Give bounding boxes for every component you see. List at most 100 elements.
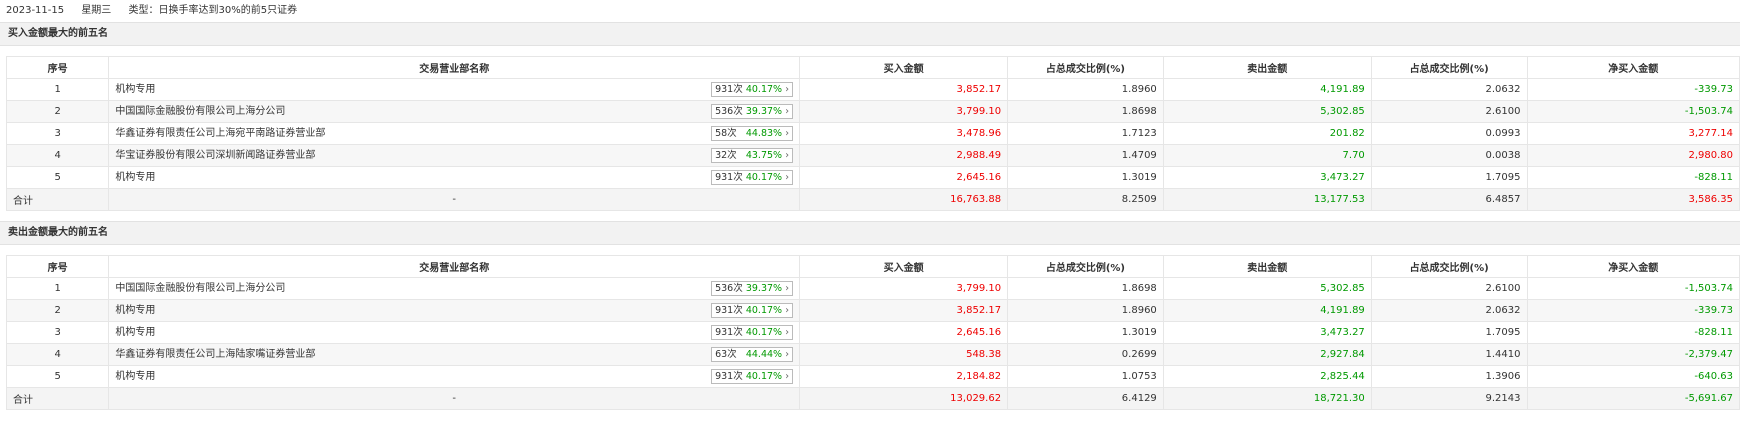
sell-ratio: 2.0632 [1370, 299, 1528, 322]
branch-stats-button[interactable]: 536次 39.37% › [711, 104, 794, 119]
listing-count: 931次 [715, 371, 743, 382]
branch-stats-button[interactable]: 931次 40.17% › [711, 170, 794, 185]
branch-name[interactable]: 机构专用 [115, 371, 155, 382]
sell-amount: 3,473.27 [1162, 321, 1372, 344]
chevron-right-icon: › [785, 305, 790, 316]
branch-name[interactable]: 华鑫证券有限责任公司上海陆家嘴证券营业部 [115, 349, 315, 360]
table-row: 2 机构专用 931次 40.17% › 3,852.17 1.8960 4,191.89 2.… [5, 299, 1741, 322]
win-rate: 44.44% [745, 349, 783, 360]
branch-name[interactable]: 机构专用 [115, 172, 155, 183]
total-buy-amount: 16,763.88 [799, 188, 1009, 211]
branch-name[interactable]: 华鑫证券有限责任公司上海宛平南路证券营业部 [115, 128, 325, 139]
net-buy-amount: -1,503.74 [1526, 100, 1741, 123]
listing-count: 536次 [715, 106, 743, 117]
table-header-row: 序号 交易营业部名称 买入金额 占总成交比例(%) 卖出金额 占总成交比例(%) 净买入金额 [5, 255, 1741, 278]
branch-cell: 华鑫证券有限责任公司上海宛平南路证券营业部 58次 44.83% › [108, 122, 801, 145]
table-header-row: 序号 交易营业部名称 买入金额 占总成交比例(%) 卖出金额 占总成交比例(%) 净买入金额 [5, 56, 1741, 79]
listing-count: 931次 [715, 305, 743, 316]
buy-ratio: 1.7123 [1007, 122, 1164, 145]
branch-stats-button[interactable]: 931次 40.17% › [711, 303, 794, 318]
branch-stats-button[interactable]: 931次 40.17% › [711, 82, 794, 97]
sell-ratio: 0.0038 [1370, 144, 1528, 167]
branch-cell: 中国国际金融股份有限公司上海分公司 536次 39.37% › [108, 277, 801, 300]
branch-stats-button[interactable]: 536次 39.37% › [711, 281, 794, 296]
chevron-right-icon: › [785, 172, 790, 183]
sell-amount: 2,927.84 [1162, 343, 1372, 366]
buy-ratio: 1.3019 [1007, 166, 1164, 189]
sell-ratio: 1.3906 [1370, 365, 1528, 388]
table-row: 5 机构专用 931次 40.17% › 2,645.16 1.3019 3,473.27 1.… [5, 166, 1741, 189]
chevron-right-icon: › [785, 327, 790, 338]
sell-section-title: 卖出金额最大的前五名 [0, 221, 1740, 245]
branch-stats-button[interactable]: 32次 43.75% › [711, 148, 794, 163]
col-header-branch: 交易营业部名称 [108, 255, 801, 278]
branch-cell: 中国国际金融股份有限公司上海分公司 536次 39.37% › [108, 100, 801, 123]
net-buy-amount: -1,503.74 [1526, 277, 1741, 300]
listing-count: 63次 [715, 349, 737, 360]
chevron-right-icon: › [785, 150, 790, 161]
sell-top5-table: 序号 交易营业部名称 买入金额 占总成交比例(%) 卖出金额 占总成交比例(%) 净买入金额… [5, 255, 1741, 410]
total-net-buy-amount: -5,691.67 [1526, 387, 1741, 410]
row-index: 3 [5, 122, 110, 145]
col-header-index: 序号 [5, 255, 110, 278]
buy-top5-table: 序号 交易营业部名称 买入金额 占总成交比例(%) 卖出金额 占总成交比例(%) 净买入金额… [5, 56, 1741, 211]
total-sell-amount: 18,721.30 [1162, 387, 1372, 410]
sell-amount: 5,302.85 [1162, 277, 1372, 300]
table-row: 1 中国国际金融股份有限公司上海分公司 536次 39.37% › 3,799.10 1.8… [5, 277, 1741, 300]
win-rate: 44.83% [745, 128, 783, 139]
row-index: 1 [5, 277, 110, 300]
total-buy-amount: 13,029.62 [799, 387, 1009, 410]
branch-name[interactable]: 中国国际金融股份有限公司上海分公司 [115, 283, 285, 294]
table-row: 3 华鑫证券有限责任公司上海宛平南路证券营业部 58次 44.83% › 3,478.96… [5, 122, 1741, 145]
listing-count: 931次 [715, 327, 743, 338]
branch-name[interactable]: 机构专用 [115, 84, 155, 95]
branch-name[interactable]: 机构专用 [115, 305, 155, 316]
listing-count: 58次 [715, 128, 737, 139]
table-row: 5 机构专用 931次 40.17% › 2,184.82 1.0753 2,825.44 1.… [5, 365, 1741, 388]
row-index: 3 [5, 321, 110, 344]
table-row: 3 机构专用 931次 40.17% › 2,645.16 1.3019 3,473.27 1.… [5, 321, 1741, 344]
buy-ratio: 1.0753 [1007, 365, 1164, 388]
sell-ratio: 2.6100 [1370, 100, 1528, 123]
win-rate: 40.17% [745, 327, 783, 338]
sell-amount: 3,473.27 [1162, 166, 1372, 189]
top-info-bar: 2023-11-15 星期三 类型：日换手率达到30%的前5只证券 [0, 0, 1742, 22]
listing-count: 32次 [715, 150, 737, 161]
listing-count: 931次 [715, 84, 743, 95]
total-branch: - [108, 387, 801, 410]
table-row: 4 华鑫证券有限责任公司上海陆家嘴证券营业部 63次 44.44% › 548.38 0.2… [5, 343, 1741, 366]
branch-cell: 机构专用 931次 40.17% › [108, 321, 801, 344]
net-buy-amount: -339.73 [1526, 78, 1741, 101]
col-header-sell: 卖出金额 [1162, 56, 1372, 79]
row-index: 5 [5, 365, 110, 388]
win-rate: 40.17% [745, 371, 783, 382]
branch-stats-button[interactable]: 58次 44.83% › [711, 126, 794, 141]
total-sell-amount: 13,177.53 [1162, 188, 1372, 211]
col-header-buy: 买入金额 [799, 255, 1009, 278]
sell-ratio: 2.6100 [1370, 277, 1528, 300]
net-buy-amount: -828.11 [1526, 166, 1741, 189]
buy-ratio: 1.8698 [1007, 277, 1164, 300]
buy-section-title: 买入金额最大的前五名 [0, 22, 1740, 46]
col-header-index: 序号 [5, 56, 110, 79]
row-index: 2 [5, 100, 110, 123]
branch-stats-button[interactable]: 931次 40.17% › [711, 325, 794, 340]
branch-stats-button[interactable]: 63次 44.44% › [711, 347, 794, 362]
sell-amount: 5,302.85 [1162, 100, 1372, 123]
col-header-buy-pct: 占总成交比例(%) [1007, 255, 1164, 278]
net-buy-amount: -640.63 [1526, 365, 1741, 388]
branch-name[interactable]: 华宝证券股份有限公司深圳新闻路证券营业部 [115, 150, 315, 161]
chevron-right-icon: › [785, 106, 790, 117]
sell-ratio: 1.4410 [1370, 343, 1528, 366]
branch-name[interactable]: 中国国际金融股份有限公司上海分公司 [115, 106, 285, 117]
branch-cell: 机构专用 931次 40.17% › [108, 78, 801, 101]
total-net-buy-amount: 3,586.35 [1526, 188, 1741, 211]
sell-amount: 2,825.44 [1162, 365, 1372, 388]
table-row: 4 华宝证券股份有限公司深圳新闻路证券营业部 32次 43.75% › 2,988.49 1… [5, 144, 1741, 167]
table-body: 1 机构专用 931次 40.17% › 3,852.17 1.8960 4,191.89 2.… [5, 78, 1741, 211]
branch-cell: 机构专用 931次 40.17% › [108, 166, 801, 189]
branch-stats-button[interactable]: 931次 40.17% › [711, 369, 794, 384]
col-header-buy-pct: 占总成交比例(%) [1007, 56, 1164, 79]
branch-name[interactable]: 机构专用 [115, 327, 155, 338]
buy-amount: 2,988.49 [799, 144, 1009, 167]
